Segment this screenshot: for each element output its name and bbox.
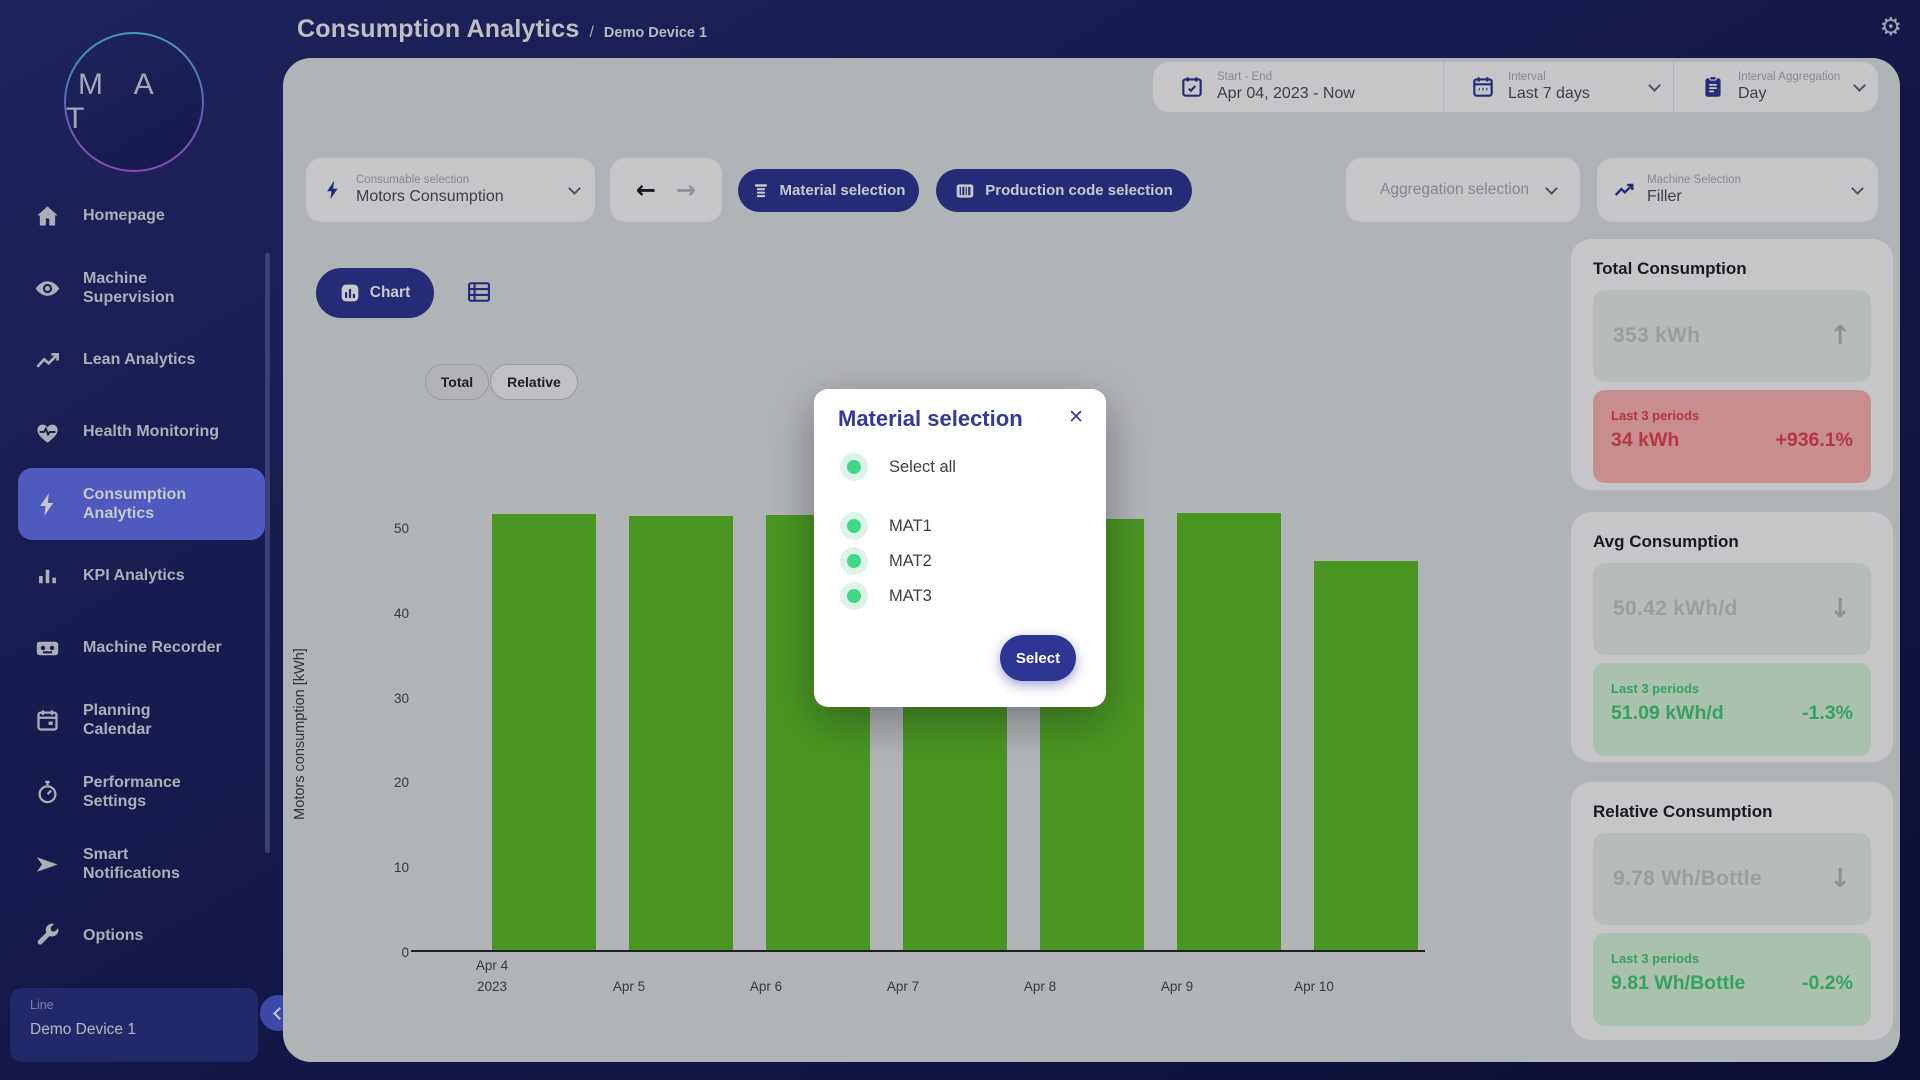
close-icon[interactable]: ✕ — [1068, 406, 1084, 428]
radio-checked-icon[interactable] — [840, 547, 868, 575]
option-mat2[interactable]: MAT2 — [840, 547, 932, 575]
radio-checked-icon[interactable] — [840, 582, 868, 610]
option-label: MAT3 — [889, 587, 932, 606]
radio-checked-icon[interactable] — [840, 512, 868, 540]
select-button[interactable]: Select — [1000, 635, 1076, 681]
option-mat1[interactable]: MAT1 — [840, 512, 932, 540]
option-label: MAT1 — [889, 517, 932, 536]
option-label: MAT2 — [889, 552, 932, 571]
option-mat3[interactable]: MAT3 — [840, 582, 932, 610]
option-select-all[interactable]: Select all — [840, 453, 956, 481]
radio-checked-icon[interactable] — [840, 453, 868, 481]
option-label: Select all — [889, 458, 956, 477]
material-selection-modal: Material selection ✕ Select all MAT1 MAT… — [814, 389, 1106, 707]
modal-title: Material selection — [838, 406, 1023, 432]
